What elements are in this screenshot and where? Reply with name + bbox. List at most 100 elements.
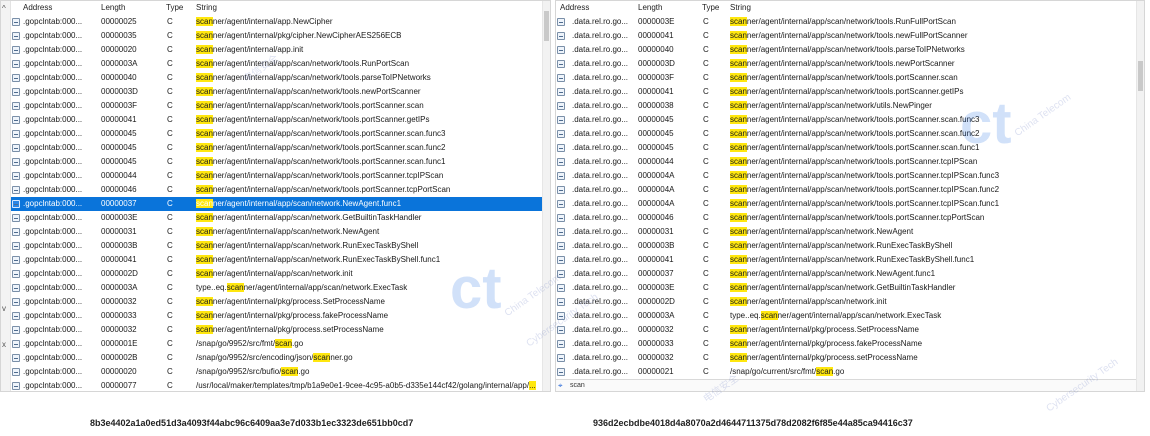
string-entry-icon	[12, 186, 20, 194]
table-row[interactable]: .data.rel.ro.go... 00000040 Cscanner/agent…	[556, 43, 1136, 57]
table-row[interactable]: .data.rel.ro.go... 0000003F Cscanner/agent…	[556, 71, 1136, 85]
table-row[interactable]: .gopclntab:000... 0000003B Cscanner/agent/…	[11, 239, 542, 253]
table-row[interactable]: .data.rel.ro.go... 00000045 Cscanner/agent…	[556, 141, 1136, 155]
table-row[interactable]: .data.rel.ro.go... 00000044 Cscanner/agent…	[556, 155, 1136, 169]
string-suffix: ner/agent/internal/app.init	[212, 45, 304, 54]
table-row[interactable]: .gopclntab:000... 00000035 Cscanner/agent/…	[11, 29, 542, 43]
cell-string: scanner/agent/internal/app/scan/network/…	[196, 129, 541, 138]
column-header: Address Length Type String	[11, 1, 542, 15]
table-row[interactable]: .data.rel.ro.go... 00000032 Cscanner/agent…	[556, 323, 1136, 337]
quick-filter-bar[interactable]: ⌖ scan	[556, 379, 1136, 391]
cell-address: .data.rel.ro.go...	[572, 59, 629, 68]
table-row[interactable]: .data.rel.ro.go... 0000002D Cscanner/agent…	[556, 295, 1136, 309]
scroll-down-icon[interactable]: v	[2, 305, 6, 313]
table-row[interactable]: .data.rel.ro.go... 00000041 Cscanner/agent…	[556, 85, 1136, 99]
column-header-length[interactable]: Length	[101, 3, 125, 12]
cell-type: C	[703, 353, 709, 362]
cell-type: C	[703, 73, 709, 82]
table-row[interactable]: .data.rel.ro.go... 0000003E Cscanner/agent…	[556, 15, 1136, 29]
column-header-type[interactable]: Type	[166, 3, 183, 12]
string-suffix: ner/agent/internal/app/scan/network.NewA…	[212, 199, 402, 208]
column-header-address[interactable]: Address	[560, 3, 589, 12]
table-row[interactable]: .gopclntab:000... 00000046 Cscanner/agent/…	[11, 183, 542, 197]
table-row[interactable]: .data.rel.ro.go... 0000004A Cscanner/agent…	[556, 183, 1136, 197]
string-suffix: ner/agent/internal/app/scan/network.init	[746, 297, 887, 306]
search-match-highlight: scan	[730, 185, 747, 194]
search-match-highlight: scan	[730, 45, 747, 54]
column-header-string[interactable]: String	[730, 3, 751, 12]
table-row[interactable]: .gopclntab:000... 0000003D Cscanner/agent/…	[11, 85, 542, 99]
table-row[interactable]: .data.rel.ro.go... 00000041 Cscanner/agent…	[556, 253, 1136, 267]
vertical-scrollbar[interactable]	[542, 1, 550, 391]
cell-address: .gopclntab:000...	[23, 199, 83, 208]
table-row[interactable]: .data.rel.ro.go... 00000032 Cscanner/agent…	[556, 351, 1136, 365]
table-row[interactable]: .data.rel.ro.go... 0000003D Cscanner/agent…	[556, 57, 1136, 71]
search-input[interactable]: scan	[570, 382, 585, 389]
cell-string: /usr/local/maker/templates/tmp/b1a9e0e1-…	[196, 381, 541, 390]
cell-length: 0000004A	[638, 199, 675, 208]
table-row[interactable]: .gopclntab:000... 00000020 C/snap/go/9952/…	[11, 365, 542, 379]
table-row[interactable]: .gopclntab:000... 00000045 Cscanner/agent/…	[11, 127, 542, 141]
column-header-length[interactable]: Length	[638, 3, 662, 12]
table-row[interactable]: .data.rel.ro.go... 0000003B Cscanner/agent…	[556, 239, 1136, 253]
column-header-string[interactable]: String	[196, 3, 217, 12]
scrollbar-thumb[interactable]	[1138, 61, 1143, 91]
table-row[interactable]: .data.rel.ro.go... 00000021 C/snap/go/curr…	[556, 365, 1136, 379]
table-row[interactable]: .gopclntab:000... 00000041 Cscanner/agent/…	[11, 253, 542, 267]
string-suffix: ner/agent/internal/app/scan/network/tool…	[212, 143, 446, 152]
cell-type: C	[167, 325, 173, 334]
table-row[interactable]: .data.rel.ro.go... 0000004A Cscanner/agent…	[556, 197, 1136, 211]
table-row[interactable]: .data.rel.ro.go... 00000045 Cscanner/agent…	[556, 127, 1136, 141]
cell-string: scanner/agent/internal/app/scan/network/…	[730, 73, 1128, 82]
table-row[interactable]: .gopclntab:000... 00000025 Cscanner/agent/…	[11, 15, 542, 29]
table-row[interactable]: .gopclntab:000... 00000045 Cscanner/agent/…	[11, 155, 542, 169]
close-icon[interactable]: x	[2, 341, 6, 349]
table-row[interactable]: .gopclntab:000... 0000003F Cscanner/agent/…	[11, 99, 542, 113]
table-row[interactable]: .gopclntab:000... 00000040 Cscanner/agent/…	[11, 71, 542, 85]
table-row[interactable]: .gopclntab:000... 00000032 Cscanner/agent/…	[11, 295, 542, 309]
table-row[interactable]: .data.rel.ro.go... 0000003E Cscanner/agent…	[556, 281, 1136, 295]
string-suffix: ner/agent/internal/app/scan/network/tool…	[746, 129, 980, 138]
table-row[interactable]: .gopclntab:000... 0000002D Cscanner/agent/…	[11, 267, 542, 281]
table-row[interactable]: .data.rel.ro.go... 00000045 Cscanner/agent…	[556, 113, 1136, 127]
table-row[interactable]: .gopclntab:000... 00000020 Cscanner/agent/…	[11, 43, 542, 57]
vertical-scrollbar[interactable]	[1136, 1, 1144, 391]
table-row[interactable]: .gopclntab:000... 0000003A Ctype..eq.scann…	[11, 281, 542, 295]
string-entry-icon	[557, 270, 565, 278]
scroll-up-icon[interactable]: ^	[2, 5, 6, 13]
table-row[interactable]: .gopclntab:000... 00000045 Cscanner/agent/…	[11, 141, 542, 155]
table-row[interactable]: .data.rel.ro.go... 00000031 Cscanner/agent…	[556, 225, 1136, 239]
cell-address: .gopclntab:000...	[23, 339, 83, 348]
column-header-address[interactable]: Address	[23, 3, 52, 12]
string-entry-icon	[12, 312, 20, 320]
table-row[interactable]: .gopclntab:000... 00000037 Cscanner/agent/…	[11, 197, 542, 211]
table-row[interactable]: .gopclntab:000... 00000041 Cscanner/agent/…	[11, 113, 542, 127]
table-row[interactable]: .data.rel.ro.go... 0000003A Ctype..eq.scan…	[556, 309, 1136, 323]
table-row[interactable]: .data.rel.ro.go... 00000037 Cscanner/agent…	[556, 267, 1136, 281]
cell-type: C	[167, 213, 173, 222]
scrollbar-thumb[interactable]	[544, 11, 549, 41]
table-row[interactable]: .gopclntab:000... 00000033 Cscanner/agent/…	[11, 309, 542, 323]
table-row[interactable]: .data.rel.ro.go... 0000004A Cscanner/agent…	[556, 169, 1136, 183]
cell-length: 0000003A	[638, 311, 675, 320]
table-row[interactable]: .gopclntab:000... 00000044 Cscanner/agent/…	[11, 169, 542, 183]
string-suffix: ner/agent/internal/app/scan/network/tool…	[212, 59, 410, 68]
table-row[interactable]: .data.rel.ro.go... 00000038 Cscanner/agent…	[556, 99, 1136, 113]
table-row[interactable]: .gopclntab:000... 0000001E C/snap/go/9952/…	[11, 337, 542, 351]
cell-type: C	[167, 59, 173, 68]
table-row[interactable]: .gopclntab:000... 00000031 Cscanner/agent/…	[11, 225, 542, 239]
table-row[interactable]: .data.rel.ro.go... 00000033 Cscanner/agent…	[556, 337, 1136, 351]
table-row[interactable]: .gopclntab:000... 0000003A Cscanner/agent/…	[11, 57, 542, 71]
table-row[interactable]: .data.rel.ro.go... 00000046 Cscanner/agent…	[556, 211, 1136, 225]
strings-window-right: Address Length Type String .data.rel.ro.…	[555, 0, 1145, 392]
string-suffix: ner/agent/internal/app/scan/network/tool…	[746, 73, 958, 82]
table-row[interactable]: .gopclntab:000... 0000003E Cscanner/agent/…	[11, 211, 542, 225]
string-entry-icon	[12, 298, 20, 306]
table-row[interactable]: .gopclntab:000... 00000077 C/usr/local/mak…	[11, 379, 542, 391]
table-row[interactable]: .gopclntab:000... 00000032 Cscanner/agent/…	[11, 323, 542, 337]
table-row[interactable]: .data.rel.ro.go... 00000041 Cscanner/agent…	[556, 29, 1136, 43]
cell-length: 00000045	[638, 143, 674, 152]
string-entry-icon	[557, 172, 565, 180]
table-row[interactable]: .gopclntab:000... 0000002B C/snap/go/9952/…	[11, 351, 542, 365]
column-header-type[interactable]: Type	[702, 3, 719, 12]
